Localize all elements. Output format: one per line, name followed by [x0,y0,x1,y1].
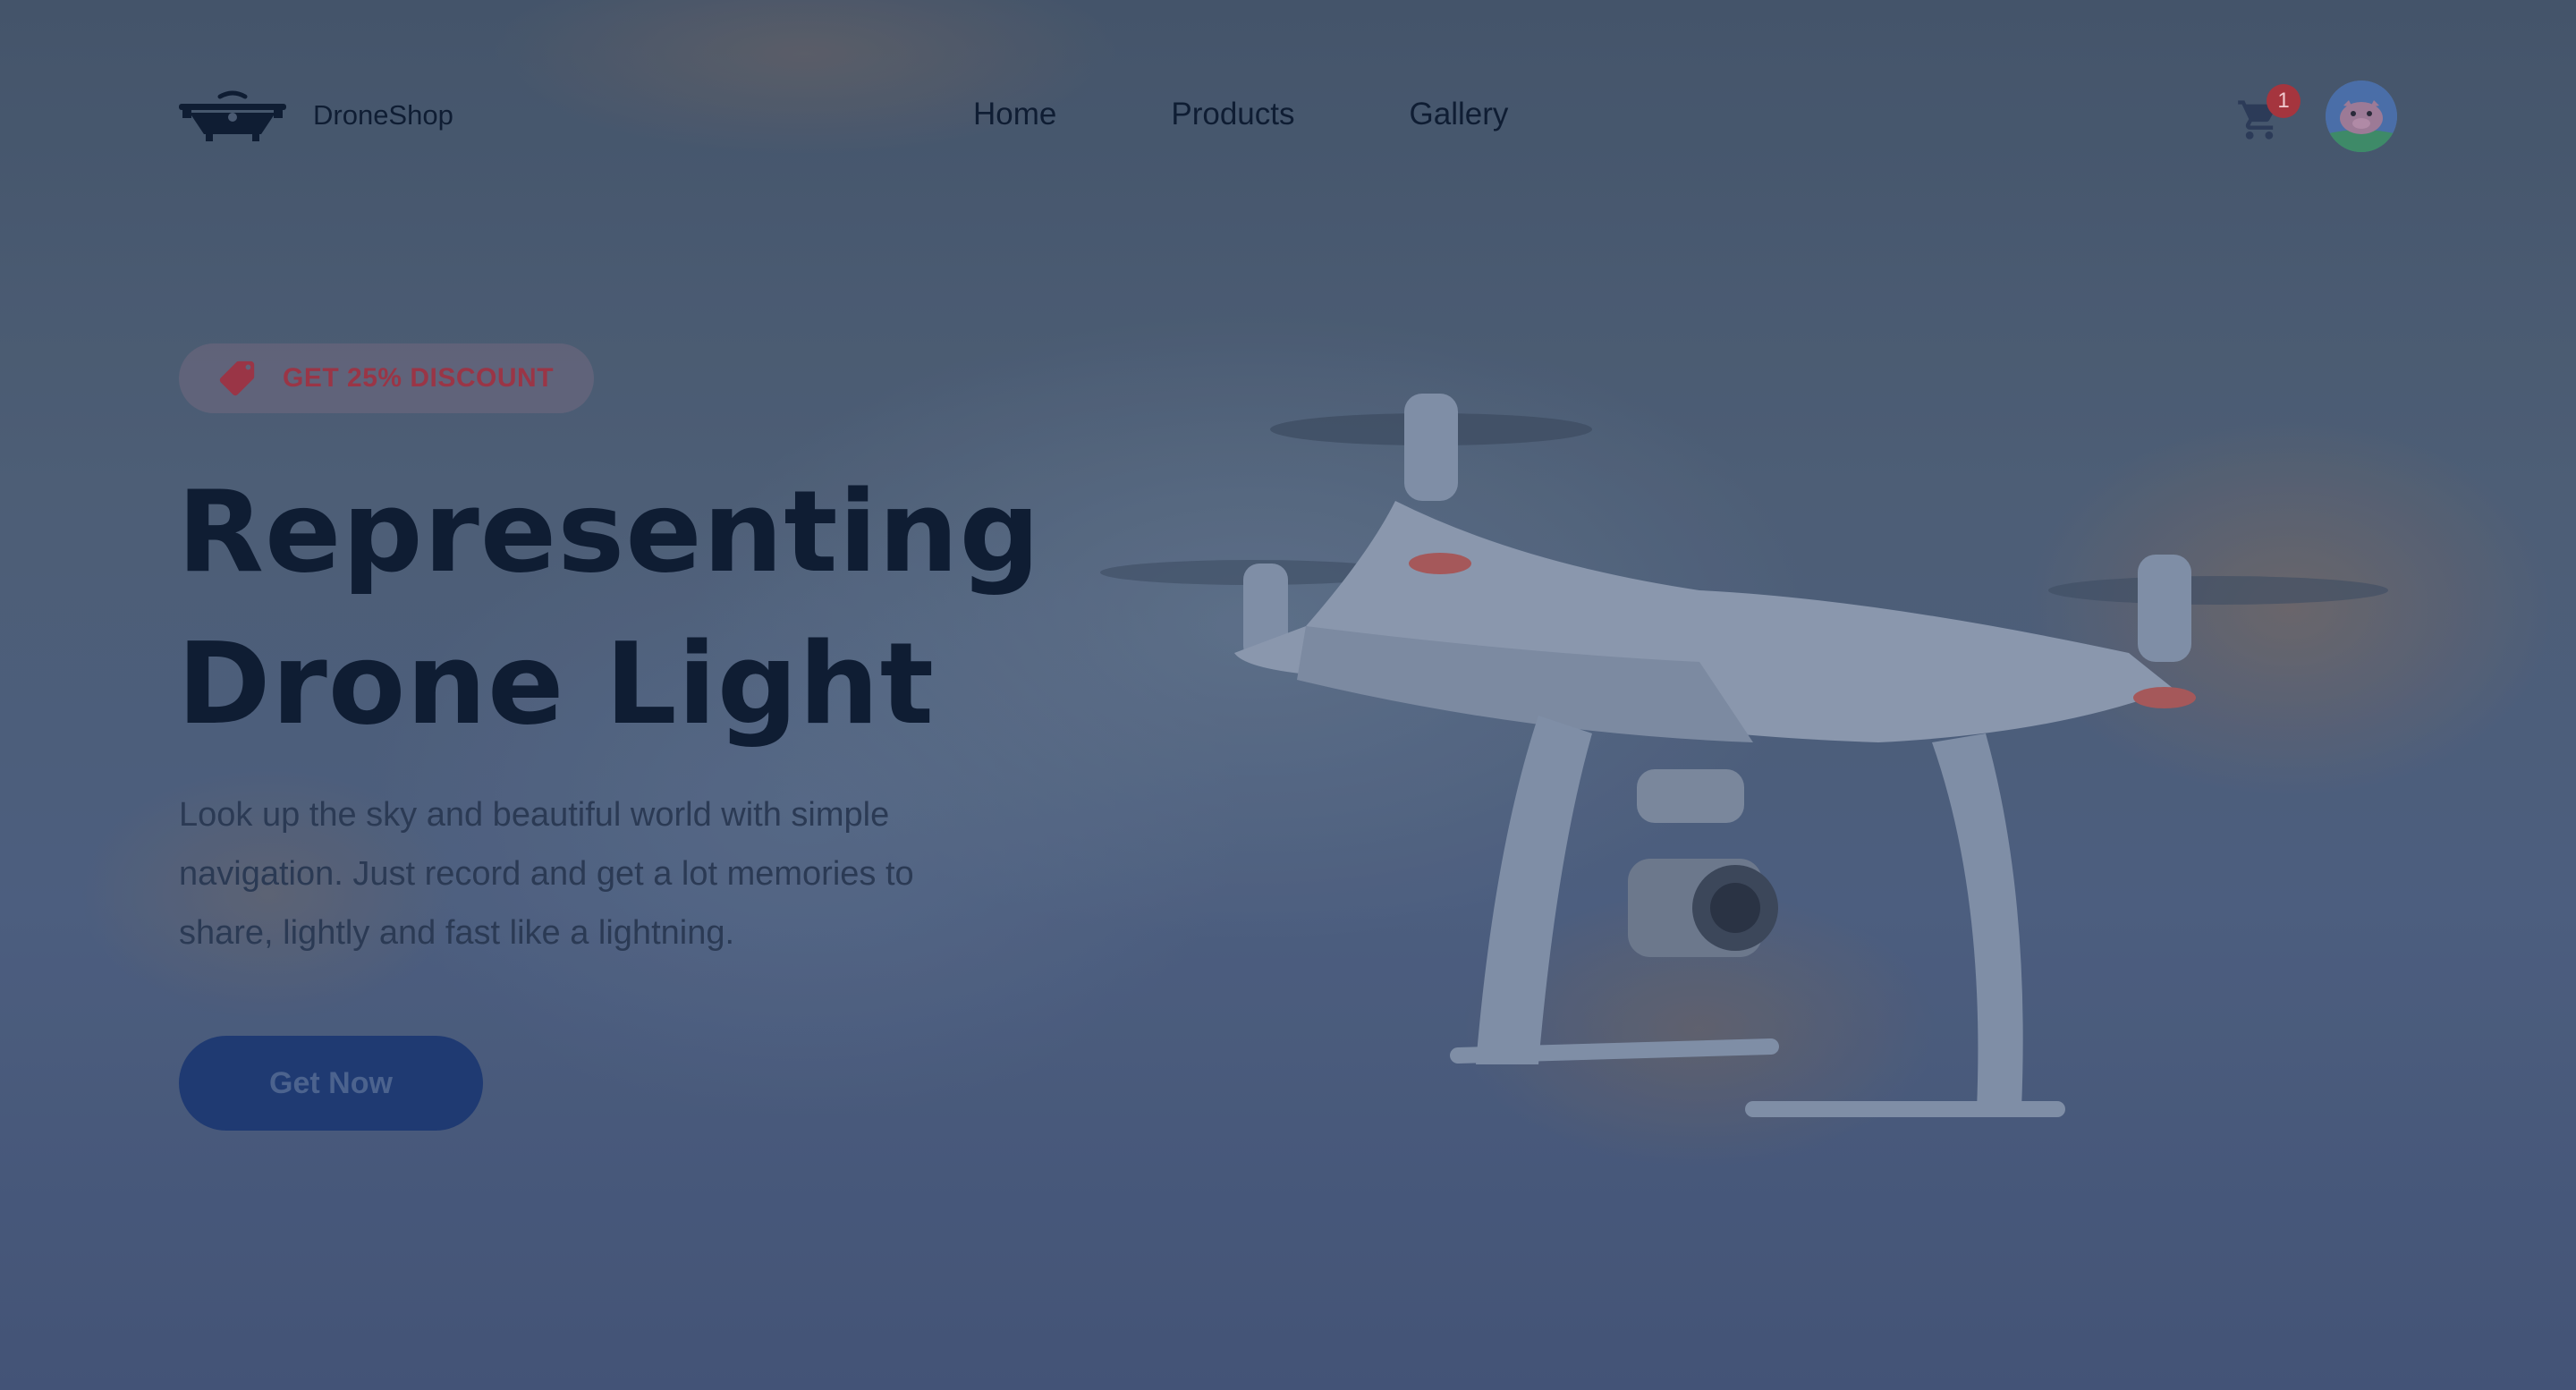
hero-headline: Representing Drone Light [177,456,1041,760]
drone-product-image [1100,394,2388,1117]
discount-badge: GET 25% DISCOUNT [179,343,594,413]
nav-link-gallery[interactable]: Gallery [1410,97,1509,132]
hero-headline-line-1: Representing [177,466,1041,598]
top-navigation-bar: DroneShop Home Products Gallery 1 [179,81,2397,152]
brand-name: DroneShop [313,99,453,131]
nav-link-home[interactable]: Home [973,97,1056,132]
user-avatar[interactable] [2326,81,2397,152]
nav-link-products[interactable]: Products [1171,97,1294,132]
avatar-pig-icon [2326,81,2397,152]
price-tag-icon [219,360,255,396]
cart-button[interactable]: 1 [2236,84,2301,145]
cart-count-badge: 1 [2267,84,2301,118]
main-nav: Home Products Gallery [973,97,1623,132]
brand-logo[interactable]: DroneShop [179,88,453,143]
drone-logo-icon [179,90,286,141]
hero-headline-line-2: Drone Light [177,618,935,750]
hero-description: Look up the sky and beautiful world with… [179,796,914,952]
discount-text: GET 25% DISCOUNT [283,363,555,393]
get-now-button[interactable]: Get Now [179,1036,483,1131]
